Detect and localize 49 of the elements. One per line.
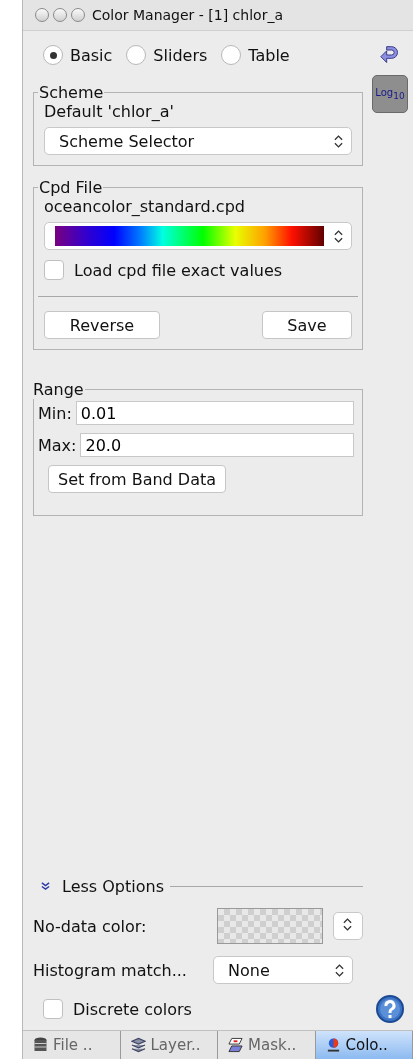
color-swatch[interactable] (217, 908, 323, 944)
window-control-icon[interactable] (71, 8, 85, 22)
up-down-arrows-icon (334, 228, 343, 244)
help-icon[interactable] (375, 994, 405, 1024)
checkbox-label: Discrete colors (73, 999, 192, 1019)
scheme-name: Default 'chlor_a' (44, 102, 175, 121)
window-control-icon[interactable] (53, 8, 67, 22)
group-title: Scheme (38, 83, 105, 102)
panel-tab[interactable]: Colo.. (315, 1031, 413, 1059)
double-chevron-icon (41, 882, 50, 891)
radio-icon[interactable] (221, 45, 242, 65)
up-down-arrows-icon (343, 917, 353, 932)
mode-radio[interactable]: Sliders (126, 45, 208, 65)
database-icon (33, 1037, 48, 1053)
checkbox[interactable] (44, 260, 64, 280)
action-button[interactable]: Save (262, 311, 352, 339)
stepper-button[interactable] (332, 912, 363, 940)
color-icon (325, 1037, 341, 1053)
up-down-arrows-icon (334, 133, 343, 149)
window-control-icon[interactable] (35, 8, 49, 22)
file-name: oceancolor_standard.cpd (44, 197, 246, 216)
radio-icon[interactable] (43, 45, 63, 65)
action-button[interactable]: Reverse (44, 311, 160, 339)
panel-tab[interactable]: File .. (23, 1031, 121, 1059)
mode-radio[interactable]: Table (221, 45, 290, 65)
input-field[interactable]: 20.0 (80, 433, 354, 457)
up-down-arrows-icon (335, 962, 344, 978)
field-label: Min: (38, 403, 72, 423)
layers-icon (130, 1037, 146, 1053)
radio-icon[interactable] (126, 45, 147, 65)
field-label: No-data color: (33, 916, 148, 936)
mode-radio[interactable]: Basic (43, 45, 113, 65)
less-options-toggle[interactable]: Less Options (41, 877, 164, 896)
log-button[interactable]: Log$_{10}$ (372, 75, 408, 113)
scheme-selector[interactable]: Scheme Selector (44, 127, 352, 155)
histogram-select[interactable]: None (213, 956, 353, 984)
group-title: Cpd File (38, 178, 104, 197)
panel-tab[interactable]: Mask.. (218, 1031, 316, 1059)
panel-tab[interactable]: Layer.. (120, 1031, 218, 1059)
mask-icon (228, 1037, 243, 1053)
input-field[interactable]: 0.01 (75, 401, 354, 425)
color-ramp-selector[interactable] (44, 222, 352, 250)
set-from-band-button[interactable]: Set from Band Data (48, 465, 226, 493)
field-label: Histogram match... (33, 960, 188, 980)
field-label: Max: (38, 435, 77, 455)
checkbox-label: Load cpd file exact values (74, 260, 283, 280)
group-title: Range (32, 380, 85, 399)
window-title: Color Manager - [1] chlor_a (92, 7, 283, 23)
checkbox[interactable] (43, 999, 63, 1019)
